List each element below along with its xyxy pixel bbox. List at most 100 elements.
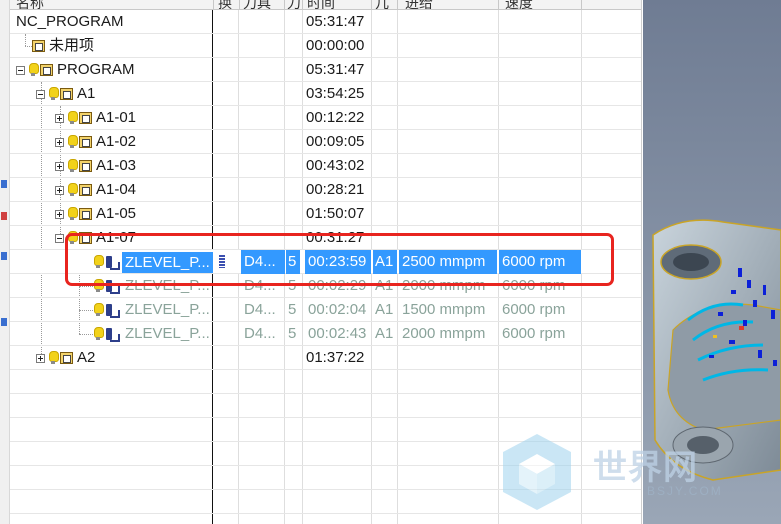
status-bulb-icon <box>94 303 104 317</box>
operation-name: ZLEVEL_P... <box>125 301 210 318</box>
geometry-cell: A1 <box>375 325 394 342</box>
column-header-toolchange[interactable]: 换 <box>218 0 232 9</box>
graphics-viewport[interactable] <box>643 0 781 524</box>
time-cell: 05:31:47 <box>306 13 365 30</box>
operation-row[interactable]: ZLEVEL_P... D4... 5 00:02:04 A1 1500 mmp… <box>10 298 641 322</box>
empty-row <box>10 394 641 418</box>
time-cell: 00:28:21 <box>306 181 365 198</box>
expand-icon[interactable] <box>36 353 45 363</box>
time-cell: 00:02:43 <box>308 325 367 342</box>
collapse-icon[interactable] <box>36 89 45 99</box>
tree-row-a1-04[interactable]: A1-04 00:28:21 <box>10 178 641 202</box>
expand-icon[interactable] <box>55 113 64 123</box>
tree-row-a2[interactable]: A2 01:37:22 <box>10 346 641 370</box>
folder-icon <box>79 184 92 196</box>
tool-cell: D4... <box>244 325 276 342</box>
column-header-time[interactable]: 时间 <box>307 0 335 9</box>
operation-navigator: 名称 换 刀具 刀 时间 几 进给 速度 NC_PROGRAM 05:31:47 <box>10 0 642 524</box>
feed-cell: 2000 mmpm <box>402 325 486 342</box>
tree-row-nc-program[interactable]: NC_PROGRAM 05:31:47 <box>10 10 641 34</box>
folder-icon <box>60 352 73 364</box>
tool-cell: D4... <box>244 301 276 318</box>
geometry-cell: A1 <box>375 301 394 318</box>
tree-row-program[interactable]: PROGRAM 05:31:47 <box>10 58 641 82</box>
tree-row-unused[interactable]: 未用项 00:00:00 <box>10 34 641 58</box>
folder-icon <box>40 64 53 76</box>
node-label: NC_PROGRAM <box>16 13 124 30</box>
expand-icon[interactable] <box>55 185 64 195</box>
column-header-feed[interactable]: 进给 <box>405 0 433 9</box>
feed-cell: 1500 mmpm <box>402 301 486 318</box>
folder-icon <box>79 136 92 148</box>
status-bulb-icon <box>68 111 78 125</box>
tree-row-a1-05[interactable]: A1-05 01:50:07 <box>10 202 641 226</box>
column-header-speed[interactable]: 速度 <box>505 0 533 9</box>
strip-marker <box>1 212 7 220</box>
node-label: A1-05 <box>96 205 137 222</box>
node-label: A1 <box>77 85 96 102</box>
node-label: PROGRAM <box>57 61 135 78</box>
status-bulb-icon <box>94 327 104 341</box>
folder-icon <box>79 160 92 172</box>
column-header: 名称 换 刀具 刀 时间 几 进给 速度 <box>10 0 641 10</box>
tree-row-a1-02[interactable]: A1-02 00:09:05 <box>10 130 641 154</box>
annotation-highlight-box <box>65 233 614 286</box>
status-bulb-icon <box>68 207 78 221</box>
tool-number-cell: 5 <box>288 301 297 318</box>
zlevel-operation-icon <box>105 327 120 342</box>
node-label: 未用项 <box>49 37 95 54</box>
empty-row <box>10 442 641 466</box>
strip-marker <box>1 318 7 326</box>
node-label: A1-02 <box>96 133 137 150</box>
node-label: A1-01 <box>96 109 137 126</box>
time-cell: 00:02:04 <box>308 301 367 318</box>
status-bulb-icon <box>68 183 78 197</box>
tool-number-cell: 5 <box>288 325 297 342</box>
node-label: A1-04 <box>96 181 137 198</box>
time-cell: 00:00:00 <box>306 37 365 54</box>
speed-cell: 6000 rpm <box>502 325 566 342</box>
expand-icon[interactable] <box>55 137 64 147</box>
strip-marker <box>1 180 7 188</box>
time-cell: 00:12:22 <box>306 109 365 126</box>
status-bulb-icon <box>68 135 78 149</box>
zlevel-operation-icon <box>105 303 120 318</box>
time-cell: 01:37:22 <box>306 349 365 366</box>
time-cell: 00:09:05 <box>306 133 365 150</box>
time-cell: 00:43:02 <box>306 157 365 174</box>
expand-icon[interactable] <box>55 209 64 219</box>
collapse-icon[interactable] <box>55 233 64 243</box>
column-header-geometry[interactable]: 几 <box>375 0 389 9</box>
speed-cell: 6000 rpm <box>502 301 566 318</box>
tree-row-a1-01[interactable]: A1-01 00:12:22 <box>10 106 641 130</box>
tree-row-a1-03[interactable]: A1-03 00:43:02 <box>10 154 641 178</box>
folder-icon <box>32 40 45 52</box>
collapse-icon[interactable] <box>16 65 25 75</box>
empty-row <box>10 418 641 442</box>
strip-marker <box>1 252 7 260</box>
folder-icon <box>60 88 73 100</box>
adjacent-panel-strip <box>0 0 10 524</box>
empty-row <box>10 466 641 490</box>
column-header-name[interactable]: 名称 <box>16 0 44 9</box>
folder-icon <box>79 112 92 124</box>
empty-row <box>10 370 641 394</box>
empty-row <box>10 490 641 514</box>
column-header-tool[interactable]: 刀具 <box>243 0 271 9</box>
folder-icon <box>79 208 92 220</box>
status-bulb-icon <box>49 351 59 365</box>
part-model-render <box>643 0 781 524</box>
status-bulb-icon <box>49 87 59 101</box>
operation-row[interactable]: ZLEVEL_P... D4... 5 00:02:43 A1 2000 mmp… <box>10 322 641 346</box>
node-label: A1-03 <box>96 157 137 174</box>
time-cell: 03:54:25 <box>306 85 365 102</box>
status-bulb-icon <box>68 159 78 173</box>
operation-name: ZLEVEL_P... <box>125 325 210 342</box>
time-cell: 05:31:47 <box>306 61 365 78</box>
status-bulb-icon <box>29 63 39 77</box>
time-cell: 01:50:07 <box>306 205 365 222</box>
expand-icon[interactable] <box>55 161 64 171</box>
column-header-tool-number[interactable]: 刀 <box>287 0 301 9</box>
tree-row-a1[interactable]: A1 03:54:25 <box>10 82 641 106</box>
node-label: A2 <box>77 349 96 366</box>
